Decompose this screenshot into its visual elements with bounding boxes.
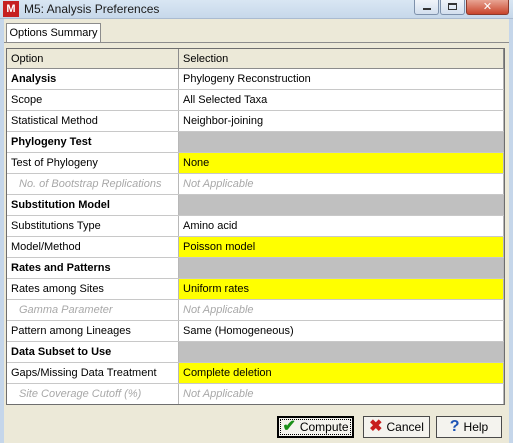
option-cell: Gaps/Missing Data Treatment — [7, 362, 179, 384]
table-row[interactable]: Phylogeny Test — [7, 131, 504, 153]
selection-cell[interactable]: All Selected Taxa — [178, 89, 504, 111]
minimize-icon — [423, 8, 431, 10]
table-row[interactable]: Gamma Parameter Not Applicable — [7, 299, 504, 321]
minimize-button[interactable] — [414, 0, 439, 15]
option-cell: Statistical Method — [7, 110, 179, 132]
compute-label: Compute — [299, 420, 349, 434]
table-row[interactable]: Pattern among Lineages Same (Homogeneous) — [7, 320, 504, 342]
option-cell: Rates among Sites — [7, 278, 179, 300]
table-row[interactable]: Statistical Method Neighbor-joining — [7, 110, 504, 132]
option-cell: Data Subset to Use — [7, 341, 179, 363]
check-icon: ✔ — [282, 418, 296, 435]
table-row[interactable]: Scope All Selected Taxa — [7, 89, 504, 111]
selection-cell — [178, 257, 504, 279]
help-label: Help — [463, 420, 489, 434]
selection-cell: Not Applicable — [178, 173, 504, 195]
option-cell: Gamma Parameter — [7, 299, 179, 321]
option-cell: Site Coverage Cutoff (%) — [7, 383, 179, 404]
option-cell: No. of Bootstrap Replications — [7, 173, 179, 195]
selection-cell — [178, 194, 504, 216]
window-title: M5: Analysis Preferences — [24, 2, 160, 16]
option-cell: Pattern among Lineages — [7, 320, 179, 342]
table-row[interactable]: Analysis Phylogeny Reconstruction — [7, 68, 504, 90]
selection-cell — [178, 131, 504, 153]
question-icon: ? — [449, 418, 460, 435]
button-bar — [4, 411, 509, 443]
help-button[interactable]: ? Help — [436, 416, 502, 438]
selection-cell[interactable]: Same (Homogeneous) — [178, 320, 504, 342]
cancel-button[interactable]: ✖ Cancel — [363, 416, 430, 438]
app-icon: M — [3, 1, 19, 17]
option-cell: Substitution Model — [7, 194, 179, 216]
header-option[interactable]: Option — [7, 49, 179, 69]
table-row[interactable]: Rates among Sites Uniform rates — [7, 278, 504, 300]
table-row[interactable]: Data Subset to Use — [7, 341, 504, 363]
table-row[interactable]: Substitution Model — [7, 194, 504, 216]
options-grid[interactable]: Option Selection Analysis Phylogeny Recon… — [6, 48, 505, 405]
table-header-row: Option Selection — [7, 49, 504, 69]
table-row[interactable]: Site Coverage Cutoff (%) Not Applicable — [7, 383, 504, 404]
option-cell: Scope — [7, 89, 179, 111]
options-table-body: Analysis Phylogeny Reconstruction Scope All… — [7, 68, 504, 404]
maximize-icon — [448, 3, 457, 10]
tab-options-summary[interactable]: Options Summary — [6, 23, 101, 42]
selection-cell: Not Applicable — [178, 383, 504, 404]
selection-cell[interactable]: Amino acid — [178, 215, 504, 237]
option-cell: Model/Method — [7, 236, 179, 258]
option-cell: Phylogeny Test — [7, 131, 179, 153]
close-button[interactable]: ✕ — [466, 0, 509, 15]
selection-cell[interactable]: None — [178, 152, 504, 174]
selection-cell[interactable]: Phylogeny Reconstruction — [178, 68, 504, 90]
table-row[interactable]: Model/Method Poisson model — [7, 236, 504, 258]
selection-cell — [178, 341, 504, 363]
option-cell: Test of Phylogeny — [7, 152, 179, 174]
option-cell: Rates and Patterns — [7, 257, 179, 279]
option-cell: Analysis — [7, 68, 179, 90]
table-row[interactable]: No. of Bootstrap Replications Not Applica… — [7, 173, 504, 195]
selection-cell[interactable]: Complete deletion — [178, 362, 504, 384]
table-row[interactable]: Substitutions Type Amino acid — [7, 215, 504, 237]
compute-button[interactable]: ✔ Compute — [277, 416, 354, 438]
table-row[interactable]: Rates and Patterns — [7, 257, 504, 279]
selection-cell[interactable]: Neighbor-joining — [178, 110, 504, 132]
selection-cell[interactable]: Poisson model — [178, 236, 504, 258]
selection-cell: Not Applicable — [178, 299, 504, 321]
cancel-label: Cancel — [386, 420, 424, 434]
header-selection[interactable]: Selection — [178, 49, 504, 69]
option-cell: Substitutions Type — [7, 215, 179, 237]
table-row[interactable]: Test of Phylogeny None — [7, 152, 504, 174]
options-table: Option Selection Analysis Phylogeny Recon… — [7, 49, 504, 404]
table-row[interactable]: Gaps/Missing Data Treatment Complete dele… — [7, 362, 504, 384]
x-icon: ✖ — [369, 418, 383, 435]
window-controls: ✕ — [414, 0, 509, 15]
title-bar[interactable]: M M5: Analysis Preferences ✕ — [0, 0, 513, 19]
selection-cell[interactable]: Uniform rates — [178, 278, 504, 300]
maximize-button[interactable] — [440, 0, 465, 15]
